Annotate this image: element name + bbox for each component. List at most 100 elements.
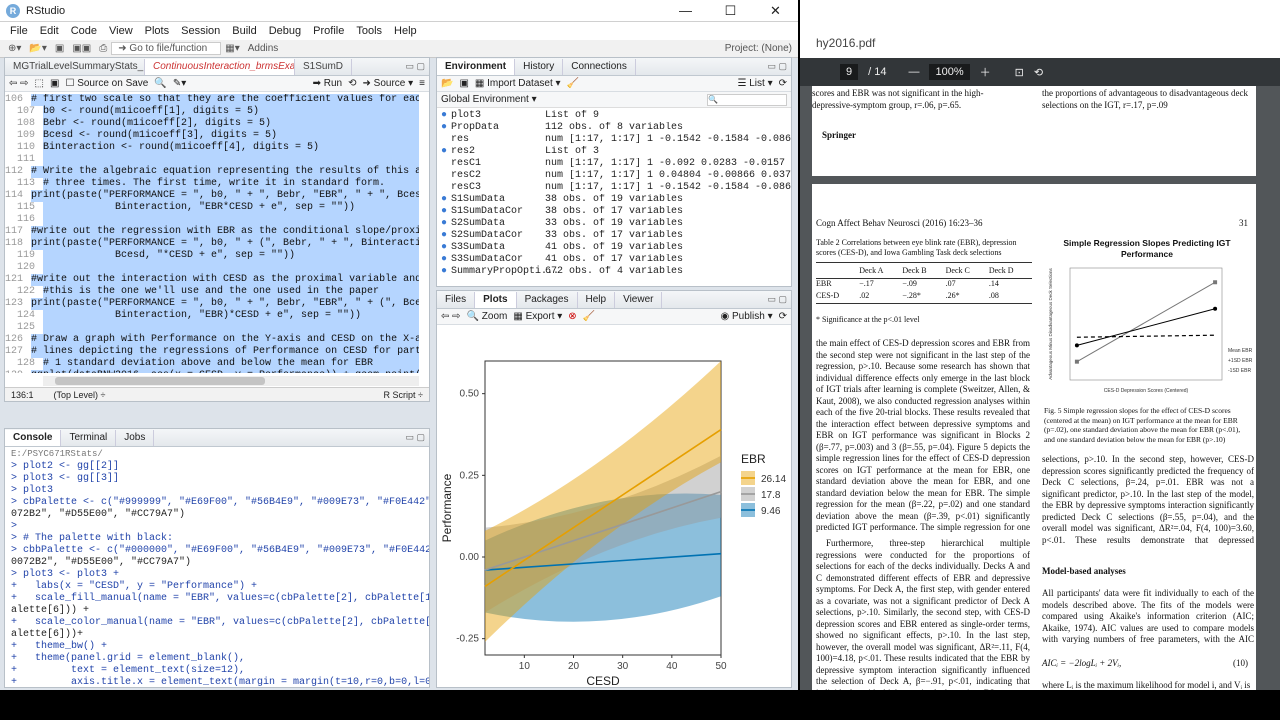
project-menu[interactable]: Project: (None) [721,43,798,54]
environment-item[interactable]: resC3 num [1:17, 1:17] 1 -0.1542 -0.1584 … [437,182,791,194]
export-button[interactable]: ▦ Export ▾ [513,311,562,322]
wand-icon[interactable]: ✎▾ [173,78,186,89]
list-expand-icon[interactable]: ● [437,146,451,158]
code-line[interactable]: 109 Bcesd <- round(m1icoeff[3], digits = … [5,130,419,142]
console-output[interactable]: > plot2 <- gg[[2]] > plot3 <- gg[[3]] > pl… [5,461,429,687]
code-line[interactable]: 115 Binteraction, "EBR*CESD + e", sep = … [5,202,419,214]
menu-help[interactable]: Help [388,25,423,37]
value-icon[interactable] [437,158,451,170]
value-icon[interactable] [437,134,451,146]
menu-edit[interactable]: Edit [34,25,65,37]
tab-s1sumd[interactable]: S1SumD [295,59,353,75]
tab-files[interactable]: Files [437,292,476,308]
code-area[interactable]: 106 # first two scale so that they are th… [5,94,419,373]
save-workspace-icon[interactable]: ▣ [459,78,468,89]
maximize-button[interactable]: ☐ [708,3,753,19]
save-doc-icon[interactable]: ▣ [50,78,59,89]
environment-item[interactable]: ● res2 List of 3 [437,146,791,158]
close-button[interactable]: ✕ [753,3,798,19]
environment-item[interactable]: ● PropData 112 obs. of 8 variables [437,122,791,134]
environment-item[interactable]: resC2 num [1:17, 1:17] 1 0.04804 -0.00866… [437,170,791,182]
code-line[interactable]: 118 print(paste("PERFORMANCE = ", b0, " +… [5,238,419,250]
tab-help[interactable]: Help [578,292,616,308]
zoom-in-button[interactable]: ＋ [980,64,991,80]
menu-session[interactable]: Session [175,25,226,37]
data-expand-icon[interactable]: ● [437,194,451,206]
code-line[interactable]: 126 # Draw a graph with Performance on th… [5,334,419,346]
environment-item[interactable]: ● SummaryPropOpti... 672 obs. of 4 variabl… [437,266,791,278]
fit-page-icon[interactable]: ⊡ [1015,66,1024,79]
addins-button[interactable]: Addins [244,43,283,54]
refresh-icon[interactable]: ⟳ [779,78,787,89]
goto-file-input[interactable]: ➜ Go to file/function [111,42,222,55]
tab-packages[interactable]: Packages [517,292,578,308]
code-line[interactable]: 108 Bebr <- round(m1icoeff[2], digits = 5… [5,118,419,130]
environment-item[interactable]: ● S3SumData 41 obs. of 19 variables [437,242,791,254]
code-line[interactable]: 125 [5,322,419,334]
minimize-button[interactable]: — [663,3,708,18]
load-workspace-icon[interactable]: 📂 [441,78,453,89]
tab-connections[interactable]: Connections [563,59,636,75]
value-icon[interactable] [437,170,451,182]
menu-debug[interactable]: Debug [263,25,307,37]
code-line[interactable]: 112 # Write the algebraic equation repres… [5,166,419,178]
code-line[interactable]: 121 #write out the interaction with CESD … [5,274,419,286]
data-expand-icon[interactable]: ● [437,230,451,242]
plots-window-buttons[interactable]: ▭ ▢ [767,294,787,305]
rotate-icon[interactable]: ⟲ [1034,66,1043,79]
publish-button[interactable]: ◉ Publish ▾ [720,311,772,322]
menu-tools[interactable]: Tools [350,25,388,37]
working-directory[interactable]: E:/PSYC671RStats/ [5,447,429,461]
code-line[interactable]: 129ggplot(dataBNW2016, aes(x = CESD, y =… [5,370,419,373]
editor-window-buttons[interactable]: ▭ ▢ [405,61,425,72]
tab-history[interactable]: History [515,59,564,75]
remove-plot-icon[interactable]: ⊗ [568,311,576,322]
code-line[interactable]: 122 #this is the one we'll use and the on… [5,286,419,298]
grid-icon[interactable]: ▦▾ [221,43,243,54]
tab-continuous-interaction[interactable]: ContinuousInteraction_brmsExampleOn...* [145,59,295,75]
source-button[interactable]: ➜ Source ▾ [362,78,413,89]
tab-mgtrial[interactable]: MGTrialLevelSummaryStats_Exp1.R [5,59,145,75]
menu-build[interactable]: Build [226,25,262,37]
code-line[interactable]: 127 # lines depicting the regressions of … [5,346,419,358]
value-icon[interactable] [437,182,451,194]
environment-search-input[interactable]: 🔍 [707,93,787,106]
rerun-icon[interactable]: ⟲ [348,78,356,89]
menu-plots[interactable]: Plots [139,25,175,37]
code-line[interactable]: 116 [5,214,419,226]
tab-plots[interactable]: Plots [475,292,517,308]
code-line[interactable]: 111 [5,154,419,166]
editor-horizontal-scrollbar[interactable] [43,376,419,386]
tab-environment[interactable]: Environment [437,59,516,75]
environment-item[interactable]: ● S2SumDataCor 33 obs. of 17 variables [437,230,791,242]
list-view-dropdown[interactable]: ☰ List ▾ [737,78,772,89]
source-on-save-checkbox[interactable]: ☐ Source on Save [65,78,148,89]
code-line[interactable]: 128 # 1 standard deviation above and belo… [5,358,419,370]
code-line[interactable]: 123 print(paste("PERFORMANCE = ", b0, " +… [5,298,419,310]
clear-broom-icon[interactable]: 🧹 [567,78,579,89]
zoom-out-button[interactable]: — [908,66,919,78]
code-line[interactable]: 114 print(paste("PERFORMANCE = ", b0, " +… [5,190,419,202]
outline-icon[interactable]: ≡ [419,78,425,89]
code-line[interactable]: 110 Binteraction <- round(m1icoeff[4], di… [5,142,419,154]
data-expand-icon[interactable]: ● [437,266,451,278]
scope-indicator[interactable]: (Top Level) ÷ [54,390,106,400]
zoom-level[interactable]: 100% [929,64,970,80]
code-line[interactable]: 119 Bcesd, "*CESD + e", sep = "")) [5,250,419,262]
code-line[interactable]: 107 b0 <- round(m1icoeff[1], digits = 5) [5,106,419,118]
code-line[interactable]: 117 #write out the regression with EBR as… [5,226,419,238]
new-file-icon[interactable]: ⊕▾ [4,43,25,54]
env-window-buttons[interactable]: ▭ ▢ [767,61,787,72]
environment-item[interactable]: ● S1SumDataCor 38 obs. of 17 variables [437,206,791,218]
environment-item[interactable]: resC1 num [1:17, 1:17] 1 -0.092 0.0283 -0… [437,158,791,170]
clear-plots-icon[interactable]: 🧹 [583,311,595,322]
environment-item[interactable]: ● plot3 List of 9 [437,110,791,122]
import-dataset-button[interactable]: ▦ Import Dataset ▾ [475,78,561,89]
code-line[interactable]: 124 Binteraction, "EBR)*CESD + e", sep =… [5,310,419,322]
back-icon[interactable]: ⇦ ⇨ [9,78,29,89]
menu-view[interactable]: View [103,25,139,37]
environment-item[interactable]: ● S2SumData 33 obs. of 19 variables [437,218,791,230]
data-expand-icon[interactable]: ● [437,122,451,134]
show-in-window-icon[interactable]: ⬚ [35,78,44,89]
search-icon[interactable]: 🔍 [154,78,166,89]
